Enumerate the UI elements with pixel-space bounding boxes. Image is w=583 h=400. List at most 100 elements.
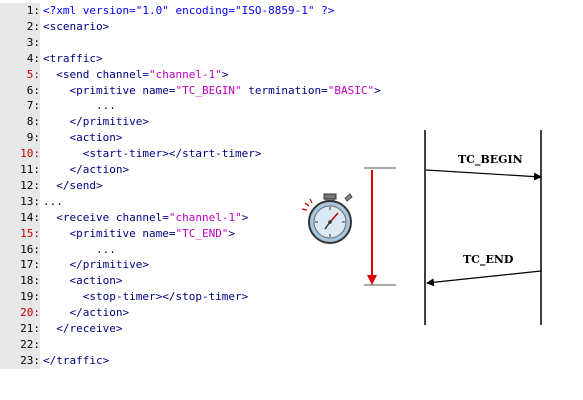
code-text: </send> xyxy=(43,178,103,194)
line-number: 18: xyxy=(20,274,40,288)
line-number: 5: xyxy=(26,67,40,81)
code-line: 6: <primitive name="TC_BEGIN" terminatio… xyxy=(0,82,420,99)
code-line: 13:... xyxy=(0,193,420,210)
code-token: ... xyxy=(43,194,63,208)
code-token: <?xml version="1.0" encoding="ISO-8859-1… xyxy=(43,4,335,17)
code-token: <receive channel= xyxy=(43,210,169,224)
code-line: 21: </receive> xyxy=(0,321,420,337)
line-number: 17: xyxy=(20,258,40,272)
code-text: <primitive name="TC_END"> xyxy=(43,226,235,242)
code-text: <traffic> xyxy=(43,51,103,67)
code-token: <action> xyxy=(43,131,123,145)
line-number: 4: xyxy=(26,51,40,65)
code-line: 7: ... xyxy=(0,98,420,115)
message-arrow-end xyxy=(426,270,542,287)
code-line: 14: <receive channel="channel-1"> xyxy=(0,209,420,226)
code-token: <primitive name= xyxy=(43,226,176,240)
code-token: "channel-1" xyxy=(168,210,242,224)
code-line: 8: </primitive> xyxy=(0,114,420,131)
code-token: </action> xyxy=(43,306,130,320)
code-line: 19: <stop-timer></stop-timer> xyxy=(0,289,420,306)
code-line: 20: </action> xyxy=(0,305,420,322)
code-line: 17: </primitive> xyxy=(0,257,420,274)
code-token: <send channel= xyxy=(43,67,149,81)
code-token: "TC_BEGIN" xyxy=(175,83,242,97)
line-number: 20: xyxy=(20,306,40,320)
line-number: 23: xyxy=(20,353,40,367)
line-number: 2: xyxy=(26,19,40,33)
code-line: 15: <primitive name="TC_END"> xyxy=(0,225,420,242)
line-number: 19: xyxy=(20,290,40,304)
code-token: termination= xyxy=(241,83,328,97)
code-token: ... xyxy=(43,99,116,113)
code-token: <stop-timer></stop-timer> xyxy=(43,290,249,304)
code-text: </receive> xyxy=(43,321,122,337)
code-token: "TC_END" xyxy=(175,226,229,240)
code-text: </traffic> xyxy=(43,353,109,369)
code-token: ... xyxy=(43,242,116,256)
code-text: <primitive name="TC_BEGIN" termination="… xyxy=(43,83,381,99)
code-line: 11: </action> xyxy=(0,162,420,178)
code-line: 22: xyxy=(0,336,420,353)
code-token: </traffic> xyxy=(43,353,110,367)
code-text: <action> xyxy=(43,130,122,146)
code-token: <traffic> xyxy=(43,51,103,65)
code-text: <start-timer></start-timer> xyxy=(43,146,262,162)
code-token: "BASIC" xyxy=(327,83,375,97)
line-number: 9: xyxy=(26,131,40,145)
code-token: <scenario> xyxy=(43,19,110,33)
code-text: ... xyxy=(43,242,116,258)
line-number: 1: xyxy=(26,4,40,17)
line-number: 16: xyxy=(20,242,40,256)
code-line: 5: <send channel="channel-1"> xyxy=(0,66,420,83)
code-token: <start-timer></start-timer> xyxy=(43,147,262,161)
code-text: ... xyxy=(43,194,63,210)
line-number: 22: xyxy=(20,337,40,351)
code-line: 2: <scenario> xyxy=(0,18,420,35)
code-token: </primitive> xyxy=(43,115,149,129)
message-arrow-begin xyxy=(425,169,542,181)
code-text: </primitive> xyxy=(43,257,149,273)
code-token: <primitive name= xyxy=(43,83,176,97)
line-number: 6: xyxy=(26,83,40,97)
line-number: 10: xyxy=(20,147,40,161)
message-label-begin: TC_BEGIN xyxy=(458,153,523,167)
line-number: 8: xyxy=(26,115,40,129)
code-text: <receive channel="channel-1"> xyxy=(43,210,248,226)
code-token: > xyxy=(228,226,236,240)
code-text: ... xyxy=(43,98,116,114)
line-number: 13: xyxy=(20,194,40,208)
code-text: <?xml version="1.0" encoding="ISO-8859-1… xyxy=(43,3,334,19)
code-token: </send> xyxy=(43,178,103,192)
code-line: 1: <?xml version="1.0" encoding="ISO-8859… xyxy=(0,3,420,19)
code-line: 10: <start-timer></start-timer> xyxy=(0,146,420,163)
code-text: <scenario> xyxy=(43,19,109,35)
code-text: <send channel="channel-1"> xyxy=(43,67,228,83)
line-number: 11: xyxy=(20,163,40,176)
code-token: </primitive> xyxy=(43,258,149,272)
code-text: <action> xyxy=(43,273,122,289)
code-text: <stop-timer></stop-timer> xyxy=(43,289,249,305)
code-token: "channel-1" xyxy=(148,67,222,81)
line-number: 12: xyxy=(20,178,40,192)
code-line: 3: xyxy=(0,34,420,51)
line-number: 7: xyxy=(26,99,40,113)
code-text: </action> xyxy=(43,162,129,178)
code-token: </action> xyxy=(43,163,130,176)
code-line: 9: <action> xyxy=(0,130,420,147)
line-number: 14: xyxy=(20,210,40,224)
code-text: </action> xyxy=(43,305,129,321)
code-line: 16: ... xyxy=(0,241,420,258)
line-number: 3: xyxy=(26,35,40,49)
code-line: 18: <action> xyxy=(0,273,420,290)
code-token: > xyxy=(241,210,249,224)
code-text: </primitive> xyxy=(43,114,149,130)
code-token: > xyxy=(374,83,381,97)
code-token: </receive> xyxy=(43,322,123,335)
code-line: 23: </traffic> xyxy=(0,352,420,369)
code-token: <action> xyxy=(43,274,123,288)
line-number: 15: xyxy=(20,226,40,240)
message-label-end: TC_END xyxy=(463,253,514,267)
line-number: 21: xyxy=(20,322,40,335)
code-line: 4: <traffic> xyxy=(0,50,420,67)
